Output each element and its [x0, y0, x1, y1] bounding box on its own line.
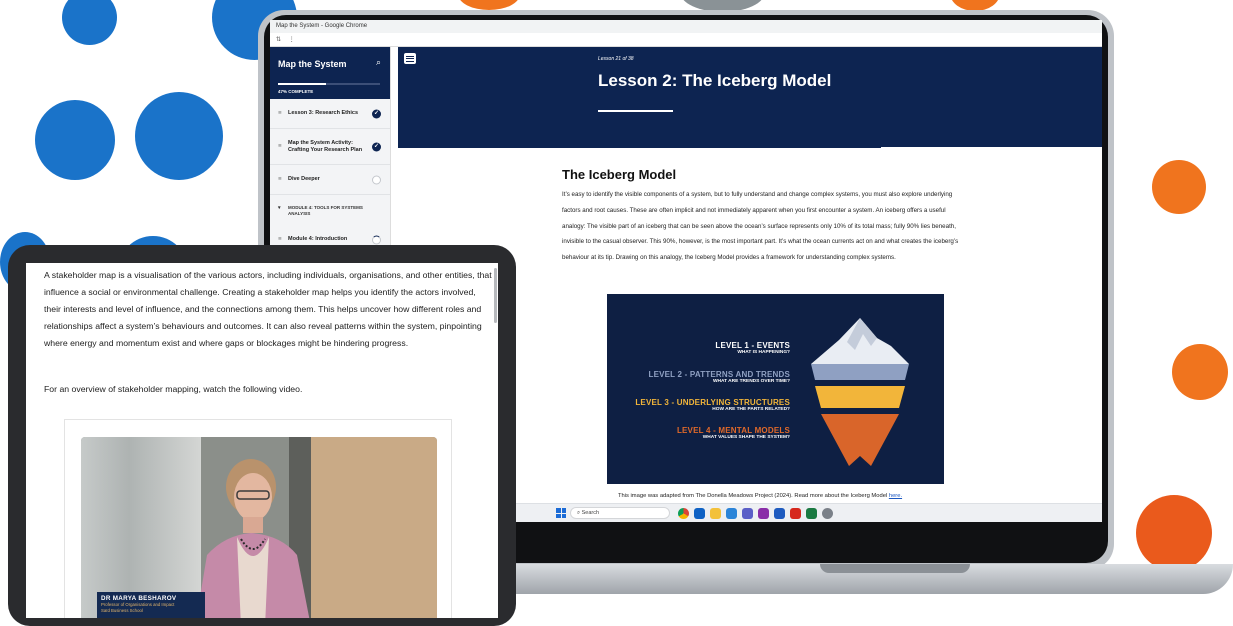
section-heading: The Iceberg Model	[562, 167, 677, 182]
course-title: Map the System	[278, 59, 347, 69]
word-icon[interactable]	[774, 508, 785, 519]
sidebar-item-research-ethics[interactable]: ≡ Lesson 3: Research Ethics ✓	[270, 99, 390, 129]
browser-address-bar[interactable]: ⇅ ⋮	[270, 33, 1102, 47]
lesson-lines-icon: ≡	[278, 175, 282, 182]
lesson-progress-line	[398, 146, 881, 148]
decor-dot	[1152, 160, 1206, 214]
lesson-header: Lesson 21 of 38 Lesson 2: The Iceberg Mo…	[398, 47, 1102, 147]
store-icon[interactable]	[726, 508, 737, 519]
level-heading: LEVEL 1 - EVENTS	[715, 341, 790, 350]
sidebar-item-research-plan[interactable]: ≡ Map the System Activity: Crafting Your…	[270, 129, 390, 165]
decor-dot	[62, 0, 117, 45]
onenote-icon[interactable]	[758, 508, 769, 519]
level-question: WHAT ARE TRENDS OVER TIME?	[712, 379, 790, 384]
lesson-content: The Iceberg Model It’s easy to identify …	[562, 167, 970, 266]
laptop-base-notch	[820, 564, 970, 573]
sidebar-module-label: MODULE 4: TOOLS FOR SYSTEMS ANALYSIS	[288, 205, 363, 216]
video-background-wall	[311, 437, 437, 618]
sidebar-item-label: Map the System Activity: Crafting Your R…	[288, 139, 363, 153]
outlook-icon[interactable]	[694, 508, 705, 519]
tablet-screen: A stakeholder map is a visualisation of …	[26, 263, 498, 618]
level-heading: LEVEL 4 - MENTAL MODELS	[676, 426, 790, 435]
sidebar-item-label: Module 4: Introduction	[288, 236, 348, 243]
speaker-org: Saïd Business School	[101, 608, 143, 613]
menu-icon[interactable]	[404, 53, 416, 64]
excel-icon[interactable]	[806, 508, 817, 519]
lesson-lines-icon: ≡	[278, 235, 282, 242]
file-explorer-icon[interactable]	[710, 508, 721, 519]
tune-icon[interactable]: ⇅	[276, 37, 281, 43]
taskbar-search-label: Search	[581, 510, 600, 516]
tablet-scrollbar[interactable]	[494, 268, 497, 323]
video-frame: DR MARYA BESHAROV Professor of Organisat…	[64, 419, 452, 618]
sidebar-module-4[interactable]: ▾ MODULE 4: TOOLS FOR SYSTEMS ANALYSIS	[270, 195, 390, 225]
settings-icon[interactable]	[822, 508, 833, 519]
caption-link[interactable]: here.	[889, 493, 902, 499]
level-question: WHAT IS HAPPENING?	[737, 350, 790, 355]
title-divider	[598, 110, 673, 112]
sidebar-item-label: Dive Deeper	[288, 176, 320, 183]
decor-dot	[1136, 495, 1212, 571]
check-icon: ✓	[372, 109, 381, 118]
more-icon[interactable]: ⋮	[289, 37, 295, 43]
search-icon[interactable]: ⌕	[376, 57, 381, 68]
level-question: WHAT VALUES SHAPE THE SYSTEM?	[702, 435, 790, 440]
video-intro-text: For an overview of stakeholder mapping, …	[44, 384, 303, 394]
stakeholder-paragraph: A stakeholder map is a visualisation of …	[44, 270, 492, 348]
level-heading: LEVEL 2 - PATTERNS AND TRENDS	[648, 370, 790, 379]
chrome-icon[interactable]	[678, 508, 689, 519]
acrobat-icon[interactable]	[790, 508, 801, 519]
progress-circle-icon	[372, 235, 381, 244]
level-heading: LEVEL 3 - UNDERLYING STRUCTURES	[635, 398, 790, 407]
lesson-lines-icon: ≡	[278, 109, 282, 116]
decor-dot	[135, 92, 223, 180]
iceberg-level-4: LEVEL 4 - MENTAL MODELS WHAT VALUES SHAP…	[677, 426, 790, 440]
check-icon: ✓	[372, 142, 381, 151]
course-progress-bar	[278, 83, 380, 85]
iceberg-level-2: LEVEL 2 - PATTERNS AND TRENDS WHAT ARE T…	[648, 370, 790, 384]
iceberg-level-1: LEVEL 1 - EVENTS WHAT IS HAPPENING?	[715, 341, 790, 355]
iceberg-level-3: LEVEL 3 - UNDERLYING STRUCTURES HOW ARE …	[635, 398, 790, 412]
level-question: HOW ARE THE PARTS RELATED?	[712, 407, 790, 412]
lesson-count: Lesson 21 of 38	[598, 56, 634, 62]
teams-icon[interactable]	[742, 508, 753, 519]
decor-dot	[1172, 344, 1228, 400]
browser-title-bar: Map the System - Google Chrome	[270, 20, 1102, 33]
speaker-name: DR MARYA BESHAROV	[101, 595, 177, 602]
course-progress-text: 47% COMPLETE	[278, 89, 314, 94]
decor-dot	[458, 0, 520, 10]
iceberg-icon	[811, 318, 909, 466]
image-caption: This image was adapted from The Donella …	[550, 493, 970, 499]
sidebar-item-dive-deeper[interactable]: ≡ Dive Deeper	[270, 165, 390, 195]
lesson-lines-icon: ≡	[278, 142, 282, 149]
sidebar-item-label: Lesson 3: Research Ethics	[288, 110, 359, 117]
empty-circle-icon	[372, 175, 381, 184]
decor-dot	[35, 100, 115, 180]
speaker-figure	[196, 459, 310, 618]
sidebar-header: Map the System ⌕ 47% COMPLETE	[270, 47, 390, 99]
section-paragraph: It’s easy to identify the visible compon…	[562, 191, 959, 262]
speaker-lower-third: DR MARYA BESHAROV Professor of Organisat…	[97, 592, 205, 618]
taskbar-search[interactable]: ⌕ Search	[570, 507, 670, 519]
caret-down-icon: ▾	[278, 205, 281, 211]
video-background-window	[81, 437, 201, 618]
windows-start-icon[interactable]	[556, 508, 566, 518]
video-player[interactable]: DR MARYA BESHAROV Professor of Organisat…	[81, 437, 437, 618]
caption-text: This image was adapted from The Donella …	[617, 493, 888, 499]
course-progress-fill	[278, 83, 326, 85]
lesson-title: Lesson 2: The Iceberg Model	[598, 71, 832, 90]
iceberg-model-image: LEVEL 1 - EVENTS WHAT IS HAPPENING? LEVE…	[607, 294, 944, 484]
